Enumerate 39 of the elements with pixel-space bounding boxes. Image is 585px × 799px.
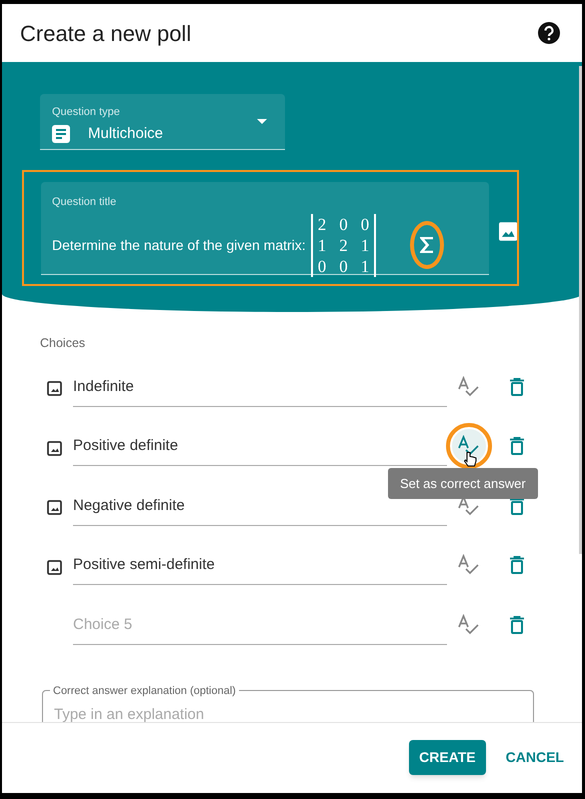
choice-field[interactable]: Indefinite [73, 366, 447, 406]
cancel-button[interactable]: CANCEL [502, 740, 568, 774]
matrix-entry: 0 [318, 256, 326, 276]
spellcheck-icon[interactable] [457, 376, 481, 398]
spellcheck-icon[interactable] [457, 614, 481, 636]
image-icon[interactable] [47, 381, 62, 396]
delete-icon[interactable] [510, 496, 524, 514]
delete-icon[interactable] [510, 378, 524, 396]
document-icon [52, 124, 70, 143]
question-text: Determine the nature of the given matrix: [52, 236, 306, 255]
scrollbar[interactable] [579, 66, 582, 554]
dialog-title: Create a new poll [20, 20, 192, 48]
delete-icon[interactable] [510, 437, 524, 455]
image-icon[interactable] [47, 500, 62, 515]
choice-field[interactable]: Positive definite [73, 426, 447, 466]
sigma-icon[interactable] [420, 237, 434, 253]
matrix-entry: 1 [360, 256, 370, 276]
delete-icon[interactable] [510, 556, 524, 574]
spellcheck-icon[interactable] [457, 554, 481, 576]
matrix-entry: 2 [339, 234, 348, 256]
matrix-entry: 1 [318, 234, 326, 256]
matrix-entry: 0 [339, 214, 348, 234]
dropdown-caret-icon [257, 119, 267, 124]
choice-field[interactable]: Positive semi-definite [73, 545, 447, 585]
question-type-dropdown[interactable]: Question type Multichoice [40, 94, 285, 150]
spellcheck-icon[interactable] [457, 435, 481, 457]
matrix-entry: 0 [360, 214, 370, 234]
matrix-entry: 0 [339, 256, 348, 276]
image-icon[interactable] [47, 440, 62, 456]
delete-icon[interactable] [510, 616, 524, 634]
image-icon[interactable] [47, 560, 62, 574]
matrix-entry: 2 [318, 214, 326, 234]
choices-label: Choices [40, 335, 86, 352]
tooltip: Set as correct answer [388, 468, 538, 499]
create-button[interactable]: CREATE [409, 740, 486, 774]
question-title-field[interactable]: Question title Determine the nature of the given matrix: 2 0 0 1 2 1 0 0 1 [41, 182, 489, 275]
cursor-icon [464, 451, 477, 467]
matrix-entry: 1 [360, 234, 370, 256]
help-icon[interactable] [538, 22, 560, 44]
